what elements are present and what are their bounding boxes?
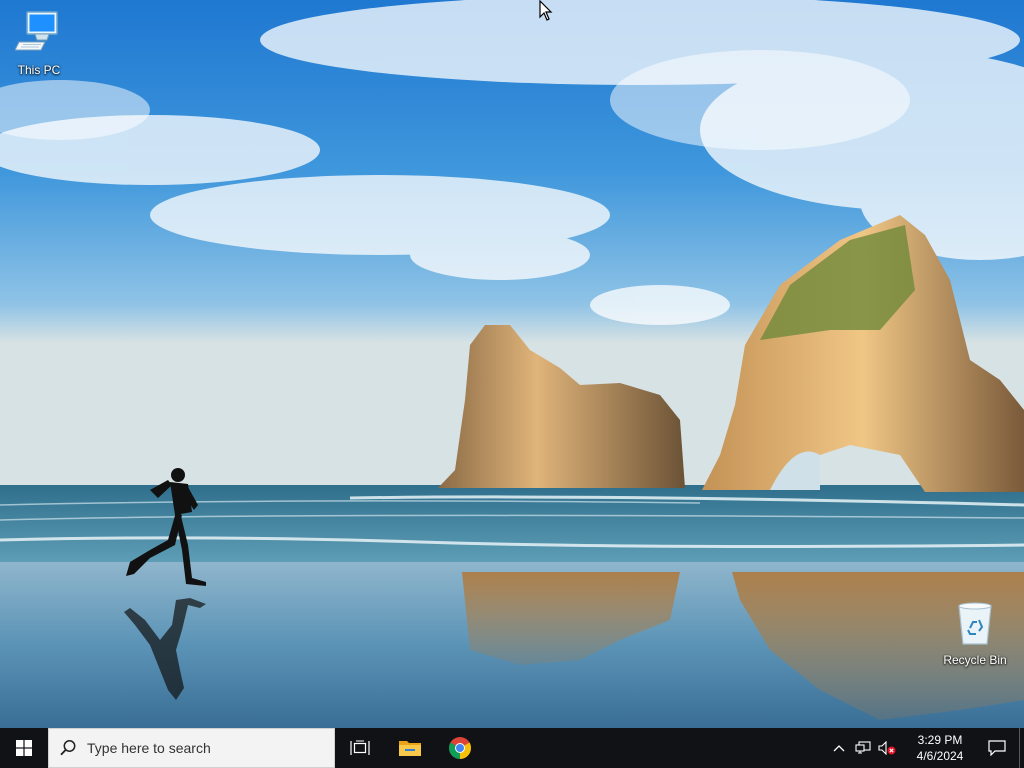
desktop[interactable]: This PC Recycle Bin (0, 0, 1024, 728)
file-explorer-icon (399, 741, 421, 756)
mouse-cursor-icon (539, 0, 553, 21)
network-icon (855, 741, 871, 754)
action-center-icon (988, 740, 1006, 756)
search-icon (49, 739, 87, 757)
volume-muted-icon (878, 741, 896, 755)
taskbar: 3:29 PM 4/6/2024 (0, 728, 1024, 768)
clock-time: 3:29 PM (917, 733, 963, 747)
taskbar-spacer (485, 728, 827, 768)
chrome-button[interactable] (435, 728, 485, 768)
volume-button[interactable] (875, 728, 899, 768)
recycle-bin-label: Recycle Bin (943, 653, 1007, 667)
clock-date: 4/6/2024 (916, 749, 964, 763)
recycle-bin-icon (958, 602, 992, 645)
show-hidden-icons-button[interactable] (827, 728, 851, 768)
desktop-wallpaper (0, 0, 1024, 728)
this-pc-label: This PC (17, 63, 61, 77)
chevron-up-icon (833, 745, 845, 752)
show-desktop-button[interactable] (1019, 728, 1024, 768)
action-center-button[interactable] (975, 728, 1019, 768)
taskbar-search-box[interactable] (48, 728, 335, 768)
this-pc-desktop-icon[interactable]: This PC (1, 8, 77, 77)
search-input[interactable] (87, 740, 317, 756)
chrome-icon (449, 737, 471, 759)
task-view-button[interactable] (335, 728, 385, 768)
windows-logo-icon (16, 740, 32, 756)
this-pc-icon (14, 11, 58, 51)
task-view-icon (350, 740, 370, 755)
file-explorer-button[interactable] (385, 728, 435, 768)
taskbar-clock[interactable]: 3:29 PM 4/6/2024 (905, 728, 975, 768)
network-button[interactable] (851, 728, 875, 768)
recycle-bin-desktop-icon[interactable]: Recycle Bin (937, 600, 1013, 667)
system-tray: 3:29 PM 4/6/2024 (827, 728, 1024, 768)
start-button[interactable] (0, 728, 48, 768)
